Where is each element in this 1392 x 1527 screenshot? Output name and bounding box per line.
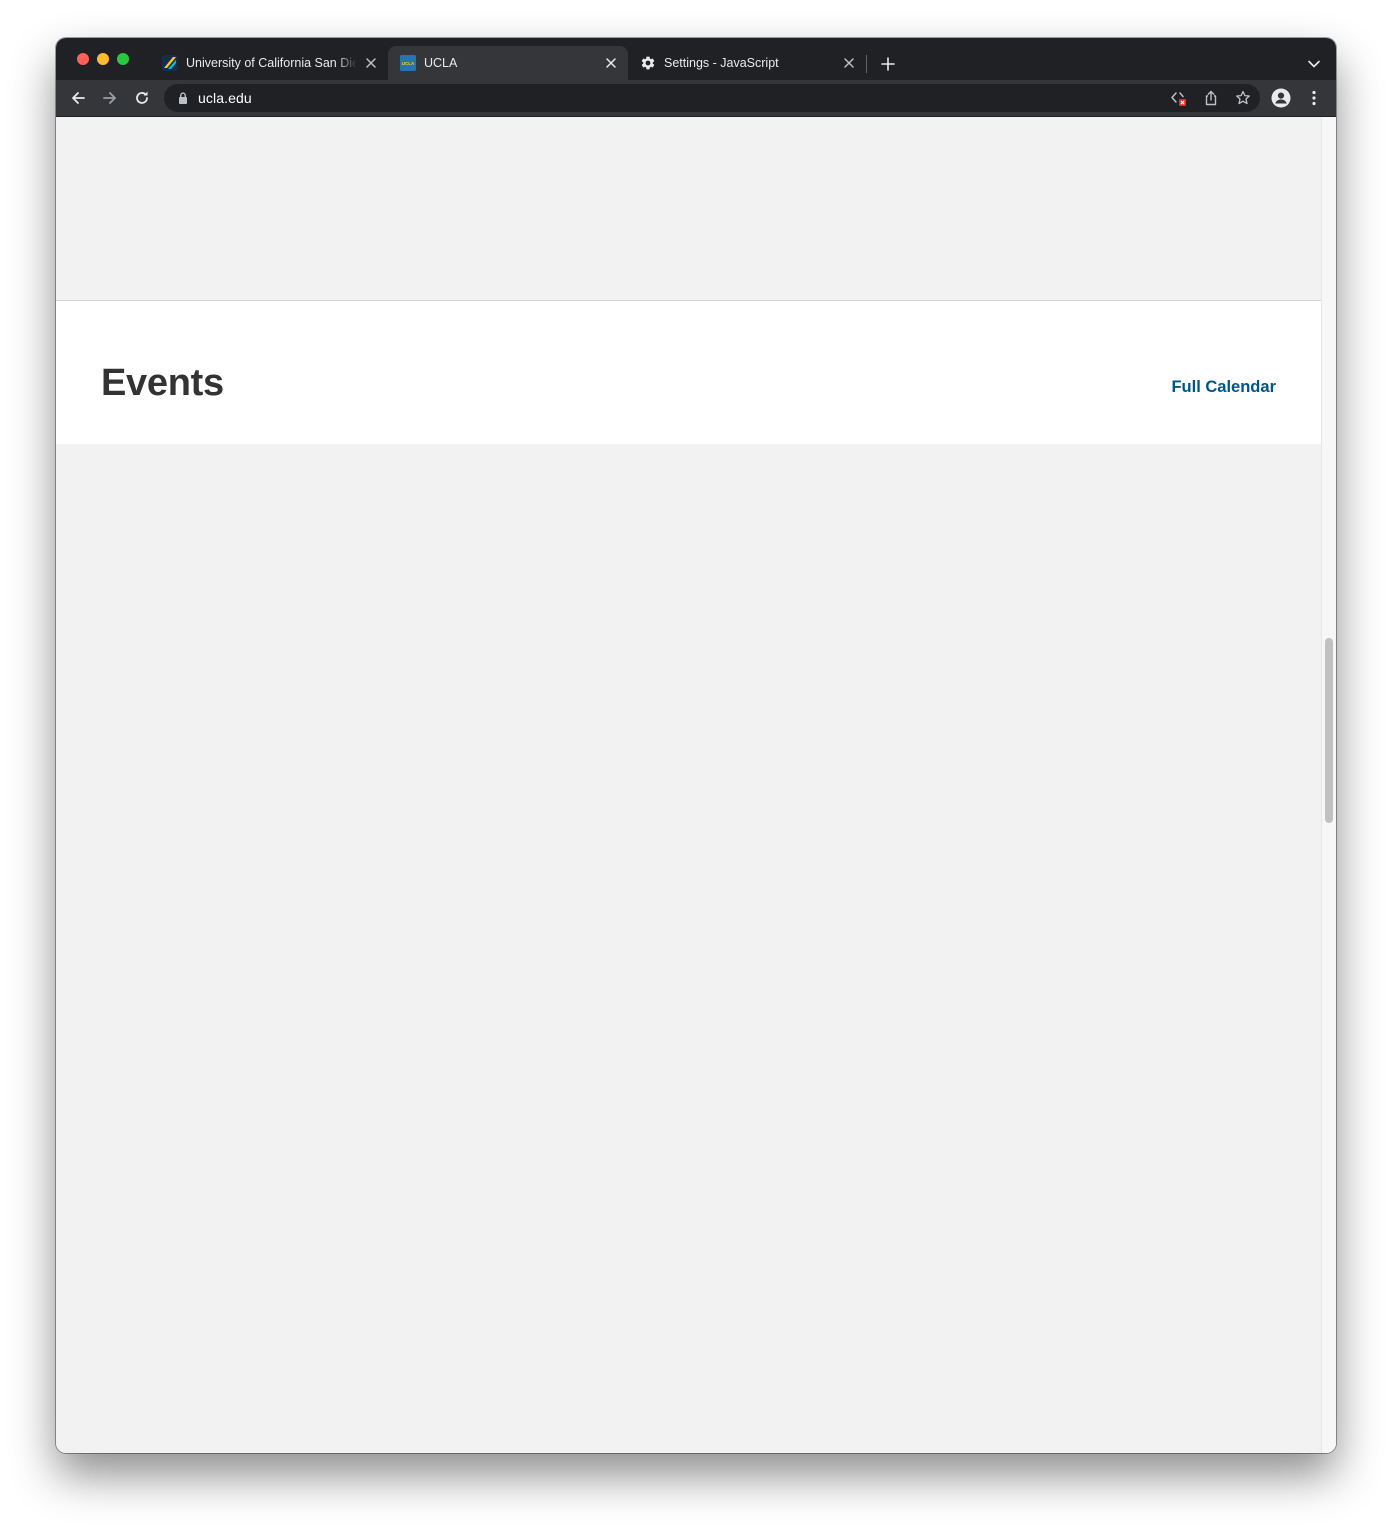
tab-ucla[interactable]: UCLA UCLA: [388, 46, 628, 80]
scrollbar-thumb[interactable]: [1325, 638, 1333, 823]
page-viewport: Events Full Calendar: [56, 117, 1336, 1453]
close-icon[interactable]: [363, 55, 379, 71]
javascript-blocked-icon[interactable]: [1168, 87, 1190, 109]
maximize-window-button[interactable]: [117, 53, 129, 65]
close-window-button[interactable]: [77, 53, 89, 65]
profile-button[interactable]: [1268, 85, 1294, 111]
arrow-left-icon: [72, 92, 85, 104]
ucsd-favicon-icon: [162, 55, 178, 71]
avatar-icon: [1271, 88, 1291, 108]
plus-icon: [881, 57, 895, 71]
content-placeholder-section: [56, 117, 1321, 301]
forward-button[interactable]: [97, 85, 123, 111]
back-button[interactable]: [65, 85, 91, 111]
url-text: ucla.edu: [198, 90, 252, 106]
reload-icon: [136, 91, 148, 104]
ucla-favicon-icon: UCLA: [400, 55, 416, 71]
more-vertical-icon: [1312, 90, 1316, 106]
vertical-scrollbar[interactable]: [1321, 117, 1336, 1453]
events-header-section: Events Full Calendar: [56, 301, 1321, 444]
close-icon[interactable]: [841, 55, 857, 71]
tab-settings[interactable]: Settings - JavaScript: [628, 46, 866, 80]
tab-title: UCLA: [424, 56, 458, 70]
minimize-window-button[interactable]: [97, 53, 109, 65]
gear-icon: [640, 55, 656, 71]
address-bar[interactable]: ucla.edu: [164, 84, 1260, 112]
browser-toolbar: ucla.edu: [56, 80, 1336, 117]
tab-title: Settings - JavaScript: [664, 56, 779, 70]
lock-icon: [179, 92, 187, 104]
tab-divider: [866, 55, 867, 73]
reload-button[interactable]: [129, 85, 155, 111]
bookmark-star-icon[interactable]: [1232, 87, 1254, 109]
events-heading: Events: [101, 362, 224, 404]
browser-menu-button[interactable]: [1301, 85, 1327, 111]
tab-ucsd[interactable]: University of California San Diego: [150, 46, 388, 80]
ucla-favicon-text: UCLA: [402, 61, 415, 66]
tab-search-button[interactable]: [1304, 54, 1324, 74]
arrow-right-icon: [103, 92, 116, 104]
new-tab-button[interactable]: [878, 54, 898, 74]
full-calendar-link[interactable]: Full Calendar: [1171, 379, 1276, 396]
tab-strip: University of California San Diego UCLA …: [56, 38, 1336, 80]
chevron-down-icon: [1308, 60, 1320, 68]
share-icon[interactable]: [1200, 87, 1222, 109]
close-icon[interactable]: [603, 55, 619, 71]
tab-title: University of California San Diego: [186, 56, 357, 70]
browser-window: University of California San Diego UCLA …: [56, 38, 1336, 1453]
